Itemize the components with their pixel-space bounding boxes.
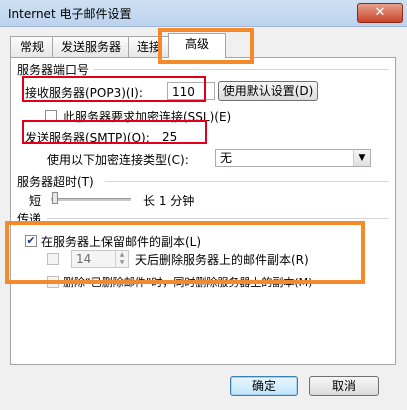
close-icon: ✕ bbox=[374, 5, 386, 20]
ok-button-label: 确定 bbox=[251, 379, 276, 393]
chevron-down-icon: ▼ bbox=[353, 150, 370, 166]
remove-after-days-label: 天后删除服务器上的邮件副本(R) bbox=[135, 253, 309, 267]
server-timeout-section-title: 服务器超时(T) bbox=[17, 175, 94, 189]
use-defaults-button[interactable]: 使用默认设置(D) bbox=[218, 81, 318, 101]
incoming-server-label: 接收服务器(POP3)(I): bbox=[25, 86, 143, 100]
timeout-short-label: 短 bbox=[29, 194, 42, 208]
spinner-arrows-icon[interactable]: ▲ ▼ bbox=[115, 251, 128, 267]
tab-advanced-label: 高级 bbox=[184, 37, 209, 51]
cancel-button[interactable]: 取消 bbox=[309, 376, 379, 396]
close-button[interactable]: ✕ bbox=[357, 3, 403, 23]
outgoing-server-label: 发送服务器(SMTP)(O): bbox=[25, 131, 150, 145]
delivery-section-title: 传递 bbox=[17, 212, 42, 226]
server-ports-separator bbox=[93, 69, 389, 70]
leave-copy-checkbox[interactable]: ✔ bbox=[25, 235, 37, 247]
tab-general[interactable]: 常规 bbox=[10, 36, 54, 57]
leave-copy-label: 在服务器上保留邮件的副本(L) bbox=[41, 235, 202, 249]
use-defaults-button-label: 使用默认设置(D) bbox=[222, 84, 314, 98]
incoming-port-input[interactable]: 110 bbox=[167, 82, 215, 100]
tab-connection-label: 连接 bbox=[136, 40, 161, 54]
tab-advanced[interactable]: 高级 bbox=[168, 33, 226, 58]
timeout-long-label: 长 1 分钟 bbox=[143, 194, 195, 208]
tab-outgoing-server-label: 发送服务器 bbox=[60, 40, 121, 54]
remove-after-days-value: 14 bbox=[76, 252, 92, 266]
advanced-panel: 服务器端口号 接收服务器(POP3)(I): 110 使用默认设置(D) 此服务… bbox=[10, 57, 396, 365]
window-title: Internet 电子邮件设置 bbox=[8, 7, 132, 21]
remove-when-deleted-checkbox[interactable] bbox=[47, 276, 59, 288]
tab-general-label: 常规 bbox=[19, 40, 44, 54]
delivery-separator bbox=[47, 218, 389, 219]
timeout-slider-track[interactable] bbox=[51, 198, 131, 201]
server-ports-section-title: 服务器端口号 bbox=[17, 63, 90, 77]
encryption-type-value: 无 bbox=[220, 151, 233, 165]
timeout-slider-thumb[interactable] bbox=[52, 192, 58, 204]
tab-outgoing-server[interactable]: 发送服务器 bbox=[52, 36, 130, 57]
require-ssl-checkbox[interactable] bbox=[45, 110, 57, 122]
outgoing-port-input[interactable]: 25 bbox=[157, 127, 205, 145]
cancel-button-label: 取消 bbox=[331, 379, 356, 393]
server-timeout-separator bbox=[105, 181, 389, 182]
tab-connection[interactable]: 连接 bbox=[128, 36, 170, 57]
ok-button[interactable]: 确定 bbox=[230, 376, 298, 396]
remove-after-days-checkbox[interactable] bbox=[47, 253, 59, 265]
require-ssl-label: 此服务器要求加密连接(SSL)(E) bbox=[63, 110, 232, 124]
encryption-type-label: 使用以下加密连接类型(C): bbox=[47, 153, 189, 167]
title-bar: Internet 电子邮件设置 ✕ bbox=[0, 0, 407, 27]
remove-when-deleted-label: 删除“已删除邮件”时，同时删除服务器上的副本(M) bbox=[63, 276, 313, 289]
remove-after-days-spinner[interactable]: 14 ▲ ▼ bbox=[71, 250, 129, 268]
encryption-type-select[interactable]: 无 ▼ bbox=[215, 149, 371, 167]
